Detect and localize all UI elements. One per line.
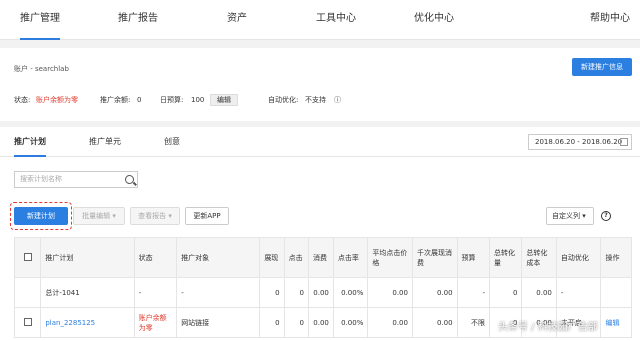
- nav-help[interactable]: 帮助中心: [590, 0, 630, 40]
- batch-edit-button[interactable]: 批量编辑 ▾: [73, 207, 125, 225]
- col-conv-cost[interactable]: 总转化成本: [521, 237, 557, 278]
- total-conversions: 0: [488, 277, 523, 308]
- date-range-picker[interactable]: 2018.06.20 - 2018.06.20: [528, 134, 632, 150]
- row-edit-link[interactable]: 编辑: [605, 319, 619, 327]
- balance-label: 推广余额:: [100, 96, 131, 104]
- row-status: 账户余额为零: [133, 307, 178, 338]
- total-budget: -: [456, 277, 490, 308]
- plan-search-input[interactable]: 搜索计划名称: [14, 171, 138, 188]
- row-avg-cpc: 0.00: [367, 307, 413, 338]
- budget-label: 日预算:: [160, 96, 184, 104]
- total-label: 总计-1041: [40, 277, 135, 308]
- budget-value: 100: [191, 96, 205, 104]
- col-clicks[interactable]: 点击: [283, 237, 309, 278]
- tab-units[interactable]: 推广单元: [89, 127, 121, 157]
- col-cpm[interactable]: 千次展现消费: [411, 237, 458, 278]
- nav-assets[interactable]: 资产: [227, 0, 247, 40]
- total-ctr: 0.00%: [332, 277, 369, 308]
- nav-tools[interactable]: 工具中心: [316, 0, 356, 40]
- total-cost: 0.00: [307, 277, 334, 308]
- total-status: -: [133, 277, 178, 308]
- edit-budget-button[interactable]: 编辑: [210, 94, 238, 106]
- new-plan-button[interactable]: 新建计划: [14, 207, 68, 225]
- auto-opt-value: 不支持: [305, 96, 326, 104]
- custom-columns-select[interactable]: 自定义列 ▾: [546, 207, 594, 225]
- plan-name-link[interactable]: plan_2285125: [45, 319, 95, 327]
- total-avg-cpc: 0.00: [367, 277, 413, 308]
- row-budget: 不限: [456, 307, 490, 338]
- col-status[interactable]: 状态: [133, 237, 178, 278]
- account-name: 账户 - searchlab: [14, 65, 69, 73]
- help-icon[interactable]: ?: [601, 211, 611, 221]
- total-auto-opt: -: [555, 277, 602, 308]
- search-placeholder: 搜索计划名称: [20, 175, 62, 183]
- row-cpm: 0.00: [411, 307, 458, 338]
- nav-optimization[interactable]: 优化中心: [414, 0, 454, 40]
- col-actions: 操作: [600, 237, 632, 278]
- select-all-checkbox[interactable]: [23, 252, 32, 261]
- row-checkbox[interactable]: [23, 317, 32, 326]
- watermark: 头条号 / 科技园广告部: [498, 322, 598, 333]
- table-total-row: 总计-1041 - - 0 0 0.00 0.00% 0.00 0.00 - 0…: [13, 277, 632, 308]
- row-cost: 0.00: [307, 307, 334, 338]
- col-impressions[interactable]: 展现: [259, 237, 285, 278]
- tab-creatives[interactable]: 创意: [164, 127, 180, 157]
- col-target[interactable]: 推广对象: [176, 237, 261, 278]
- total-impressions: 0: [259, 277, 285, 308]
- view-report-button[interactable]: 查看报告 ▾: [130, 207, 180, 225]
- total-clicks: 0: [283, 277, 309, 308]
- tab-plans[interactable]: 推广计划: [14, 127, 46, 157]
- nav-promotion-management[interactable]: 推广管理: [20, 0, 60, 40]
- calendar-icon: [620, 138, 628, 146]
- col-auto-opt[interactable]: 自动优化: [555, 237, 602, 278]
- auto-opt-label: 自动优化:: [268, 96, 299, 104]
- col-avg-cpc[interactable]: 平均点击价格: [367, 237, 413, 278]
- col-ctr[interactable]: 点击率: [332, 237, 369, 278]
- total-conv-cost: 0.00: [521, 277, 557, 308]
- row-impressions: 0: [259, 307, 285, 338]
- total-cpm: 0.00: [411, 277, 458, 308]
- account-panel: 账户 - searchlab 新建推广信息 状态: 账户余额为零 推广余额: 0…: [0, 48, 640, 121]
- status-label: 状态:: [14, 96, 31, 104]
- tab-bar: 推广计划 推广单元 创意 2018.06.20 - 2018.06.20: [0, 127, 640, 157]
- new-promotion-info-button[interactable]: 新建推广信息: [572, 58, 632, 76]
- nav-promotion-report[interactable]: 推广报告: [118, 0, 158, 40]
- col-plan[interactable]: 推广计划: [40, 237, 135, 278]
- table-header-row: 推广计划 状态 推广对象 展现 点击 消费 点击率 平均点击价格 千次展现消费 …: [13, 237, 632, 278]
- row-clicks: 0: [283, 307, 309, 338]
- col-cost[interactable]: 消费: [307, 237, 334, 278]
- row-target: 网站链接: [176, 307, 261, 338]
- top-nav: 推广管理 推广报告 资产 工具中心 优化中心 帮助中心: [0, 0, 640, 40]
- col-budget[interactable]: 预算: [456, 237, 490, 278]
- main-panel: 推广计划 推广单元 创意 2018.06.20 - 2018.06.20 搜索计…: [0, 127, 640, 341]
- search-icon[interactable]: [125, 175, 134, 184]
- balance-value: 0: [137, 96, 142, 104]
- col-conversions[interactable]: 总转化量: [488, 237, 523, 278]
- update-app-button[interactable]: 更新APP: [185, 207, 229, 225]
- info-icon[interactable]: ⓘ: [334, 94, 341, 106]
- date-range-value: 2018.06.20 - 2018.06.20: [535, 138, 623, 146]
- row-ctr: 0.00%: [332, 307, 369, 338]
- status-value: 账户余额为零: [36, 96, 78, 104]
- total-target: -: [176, 277, 261, 308]
